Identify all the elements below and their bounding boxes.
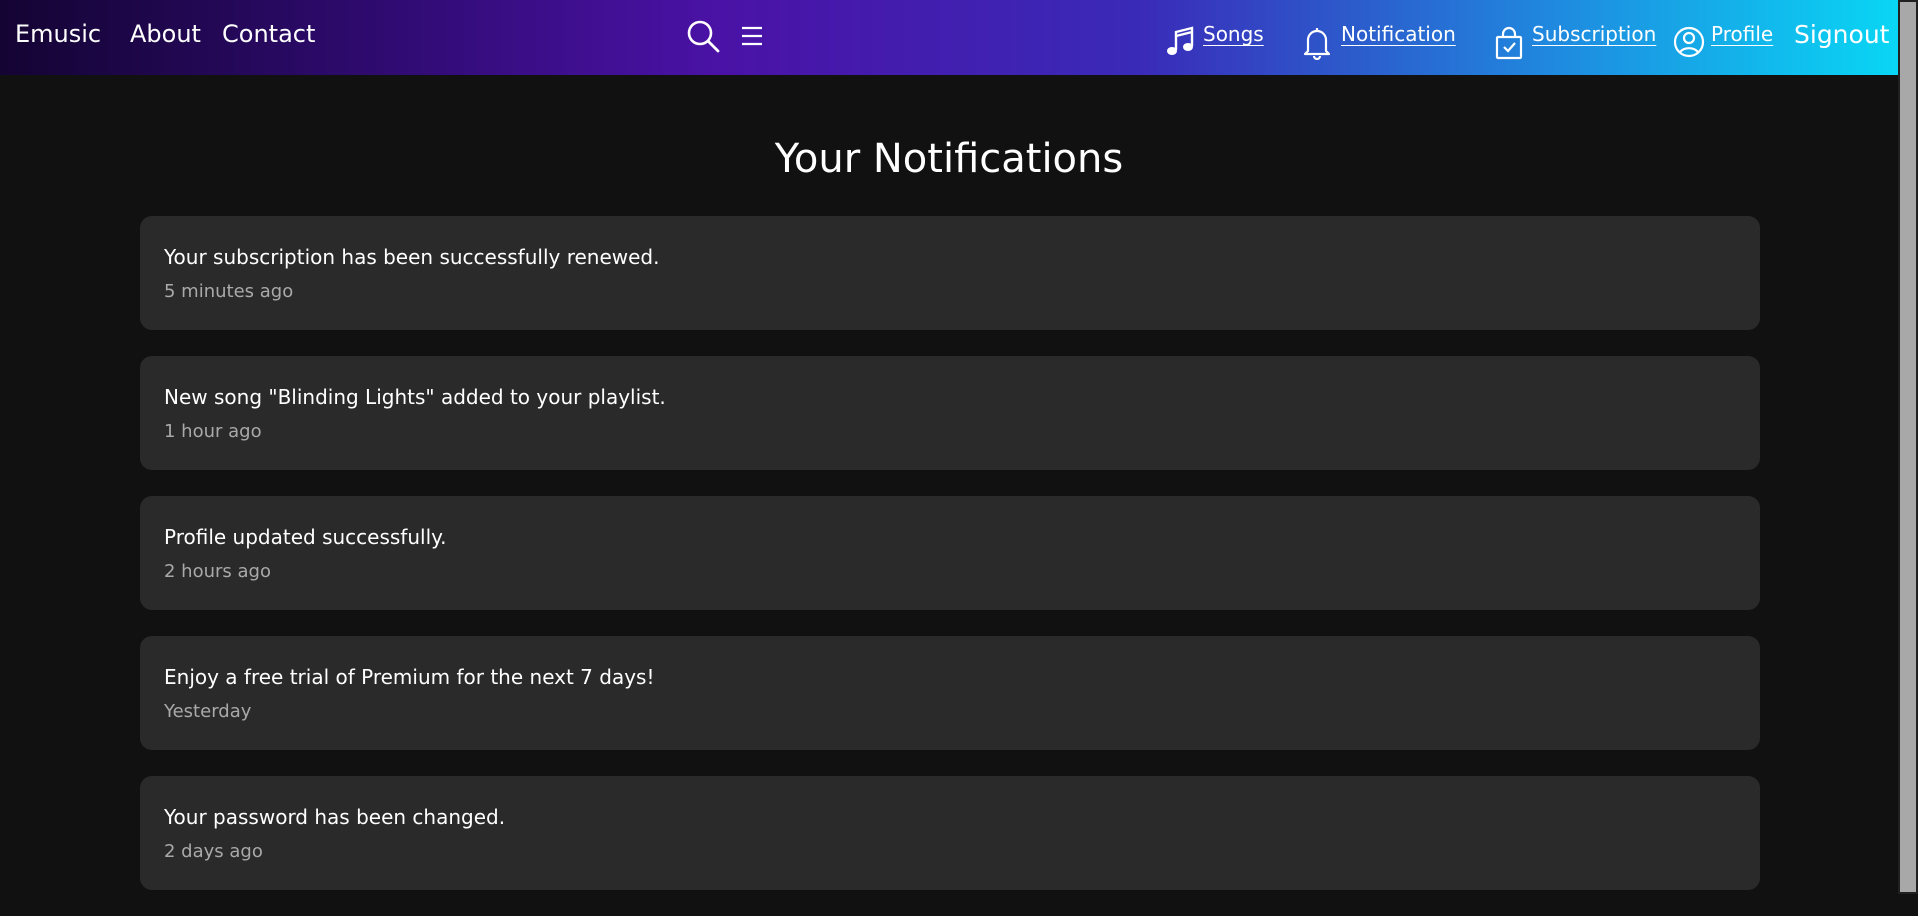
notification-time: 2 days ago [164, 841, 263, 862]
notification-time: 5 minutes ago [164, 281, 294, 302]
notification-message: New song "Blinding Lights" added to your… [164, 385, 666, 409]
notification-card[interactable]: New song "Blinding Lights" added to your… [140, 356, 1760, 470]
notification-card[interactable]: Your subscription has been successfully … [140, 216, 1760, 330]
notification-time: Yesterday [164, 701, 252, 722]
notification-card[interactable]: Your password has been changed. 2 days a… [140, 776, 1760, 890]
page-scrollbar[interactable] [1898, 0, 1918, 894]
notification-message: Your password has been changed. [164, 805, 506, 829]
scrollbar-thumb[interactable] [1900, 2, 1916, 892]
brand-link[interactable]: Emusic [15, 20, 101, 48]
songs-link[interactable]: Songs [1203, 22, 1264, 46]
notification-message: Profile updated successfully. [164, 525, 447, 549]
notification-card[interactable]: Profile updated successfully. 2 hours ag… [140, 496, 1760, 610]
contact-link[interactable]: Contact [222, 20, 315, 48]
notification-time: 2 hours ago [164, 561, 271, 582]
bell-icon[interactable] [1302, 26, 1332, 60]
about-link[interactable]: About [130, 20, 201, 48]
notification-time: 1 hour ago [164, 421, 262, 442]
notification-list: Your subscription has been successfully … [140, 216, 1760, 916]
notification-message: Enjoy a free trial of Premium for the ne… [164, 665, 655, 689]
notification-card[interactable]: Enjoy a free trial of Premium for the ne… [140, 636, 1760, 750]
notification-link[interactable]: Notification [1341, 22, 1456, 46]
music-note-icon[interactable] [1166, 26, 1196, 58]
user-profile-icon[interactable] [1673, 26, 1705, 58]
signout-link[interactable]: Signout [1794, 20, 1889, 49]
profile-link[interactable]: Profile [1711, 22, 1773, 46]
subscription-link[interactable]: Subscription [1532, 22, 1656, 46]
notification-message: Your subscription has been successfully … [164, 245, 660, 269]
search-icon[interactable] [686, 19, 720, 53]
page-title: Your Notifications [774, 136, 1124, 182]
hamburger-menu-icon[interactable] [740, 25, 764, 47]
top-navbar: Emusic About Contact Songs Notification … [0, 0, 1898, 75]
shopping-bag-check-icon[interactable] [1494, 26, 1524, 60]
